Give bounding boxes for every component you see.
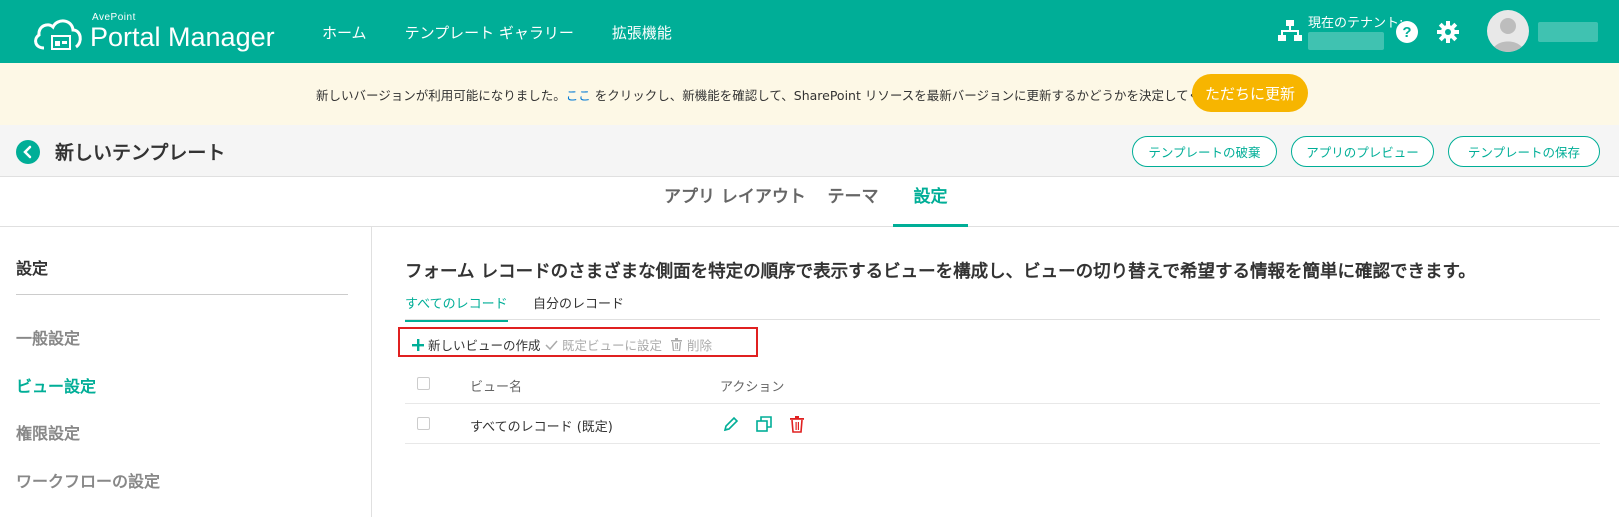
delete-view-button[interactable]: 削除 bbox=[670, 335, 712, 354]
view-name-cell: すべてのレコード (既定) bbox=[470, 420, 613, 435]
trash-icon bbox=[671, 338, 682, 351]
page-title: 新しいテンプレート bbox=[55, 142, 226, 164]
update-now-button[interactable]: ただちに更新 bbox=[1192, 74, 1308, 112]
check-icon bbox=[545, 340, 558, 350]
brand-title: Portal Manager bbox=[90, 22, 275, 52]
help-icon[interactable]: ? bbox=[1395, 20, 1419, 44]
record-subtabs: すべてのレコード 自分のレコード bbox=[405, 290, 1600, 322]
column-header-actions: アクション bbox=[720, 380, 785, 395]
tenant-label: 現在のテナント: bbox=[1308, 16, 1404, 31]
nav-extensions[interactable]: 拡張機能 bbox=[612, 22, 672, 43]
main-nav: ホーム テンプレート ギャラリー 拡張機能 bbox=[322, 22, 672, 43]
chevron-left-icon bbox=[23, 145, 32, 159]
nav-home[interactable]: ホーム bbox=[322, 22, 367, 43]
set-default-label: 既定ビューに設定 bbox=[562, 338, 663, 353]
table-header-row: ビュー名 アクション bbox=[405, 364, 1600, 404]
set-default-view-button[interactable]: 既定ビューに設定 bbox=[545, 335, 662, 354]
person-silhouette-icon bbox=[1492, 18, 1524, 52]
gear-icon[interactable] bbox=[1436, 20, 1460, 44]
new-view-button[interactable]: 新しいビューの作成 bbox=[412, 335, 541, 354]
notice-text-after: をクリックし、新機能を確認して、SharePoint リソースを最新バージョンに… bbox=[590, 88, 1251, 103]
tenant-value-redacted bbox=[1308, 32, 1384, 50]
update-notice-banner: 新しいバージョンが利用可能になりました。ここ をクリックし、新機能を確認して、S… bbox=[0, 63, 1619, 125]
back-button[interactable] bbox=[16, 140, 40, 164]
designer-tabs: アプリ レイアウト テーマ 設定 bbox=[0, 177, 1619, 227]
svg-text:?: ? bbox=[1402, 24, 1411, 41]
tab-app-layout[interactable]: アプリ レイアウト bbox=[664, 177, 806, 227]
sidebar-item-general[interactable]: 一般設定 bbox=[16, 325, 80, 349]
select-all-checkbox[interactable] bbox=[417, 377, 430, 390]
notice-link[interactable]: ここ bbox=[566, 88, 591, 103]
username-redacted[interactable] bbox=[1538, 22, 1598, 42]
top-bar: AvePoint Portal Manager ホーム テンプレート ギャラリー… bbox=[0, 0, 1619, 63]
tab-theme[interactable]: テーマ bbox=[818, 177, 888, 227]
tab-settings[interactable]: 設定 bbox=[893, 177, 968, 227]
sidebar-divider bbox=[16, 294, 348, 295]
subtab-my-records[interactable]: 自分のレコード bbox=[533, 293, 624, 320]
view-toolbar: 新しいビューの作成 既定ビューに設定 削除 bbox=[398, 327, 758, 357]
user-avatar-icon[interactable] bbox=[1487, 10, 1529, 52]
settings-sidebar: 設定 一般設定 ビュー設定 権限設定 ワークフローの設定 bbox=[0, 227, 372, 517]
app-logo[interactable]: AvePoint Portal Manager bbox=[30, 8, 290, 56]
row-checkbox[interactable] bbox=[417, 417, 430, 430]
table-row: すべてのレコード (既定) bbox=[405, 404, 1600, 444]
preview-app-button[interactable]: アプリのプレビュー bbox=[1291, 136, 1434, 167]
sidebar-heading: 設定 bbox=[16, 259, 49, 278]
plus-icon bbox=[412, 338, 424, 351]
tenant-selector[interactable]: 現在のテナント: bbox=[1278, 12, 1403, 52]
org-chart-icon bbox=[1278, 20, 1302, 41]
delete-label: 削除 bbox=[687, 338, 713, 353]
new-view-label: 新しいビューの作成 bbox=[428, 338, 541, 353]
view-settings-description: フォーム レコードのさまざまな側面を特定の順序で表示するビューを構成し、ビューの… bbox=[405, 262, 1476, 282]
subtab-all-records[interactable]: すべてのレコード bbox=[405, 293, 508, 322]
delete-icon[interactable] bbox=[788, 415, 806, 433]
sidebar-item-permissions[interactable]: 権限設定 bbox=[16, 420, 80, 444]
discard-template-button[interactable]: テンプレートの破棄 bbox=[1132, 136, 1277, 167]
nav-template-gallery[interactable]: テンプレート ギャラリー bbox=[405, 22, 574, 43]
edit-icon[interactable] bbox=[722, 415, 740, 433]
column-header-view-name: ビュー名 bbox=[470, 380, 523, 395]
page-header: 新しいテンプレート テンプレートの破棄 アプリのプレビュー テンプレートの保存 bbox=[0, 125, 1619, 177]
notice-text-before: 新しいバージョンが利用可能になりました。 bbox=[316, 88, 566, 103]
save-template-button[interactable]: テンプレートの保存 bbox=[1448, 136, 1600, 167]
cloud-logo-icon bbox=[34, 19, 82, 50]
sidebar-item-workflow[interactable]: ワークフローの設定 bbox=[16, 468, 160, 492]
notice-text: 新しいバージョンが利用可能になりました。ここ をクリックし、新機能を確認して、S… bbox=[316, 85, 1251, 104]
copy-icon[interactable] bbox=[755, 415, 773, 433]
views-table: ビュー名 アクション すべてのレコード (既定) bbox=[405, 364, 1600, 444]
sidebar-item-view-settings[interactable]: ビュー設定 bbox=[16, 373, 96, 397]
